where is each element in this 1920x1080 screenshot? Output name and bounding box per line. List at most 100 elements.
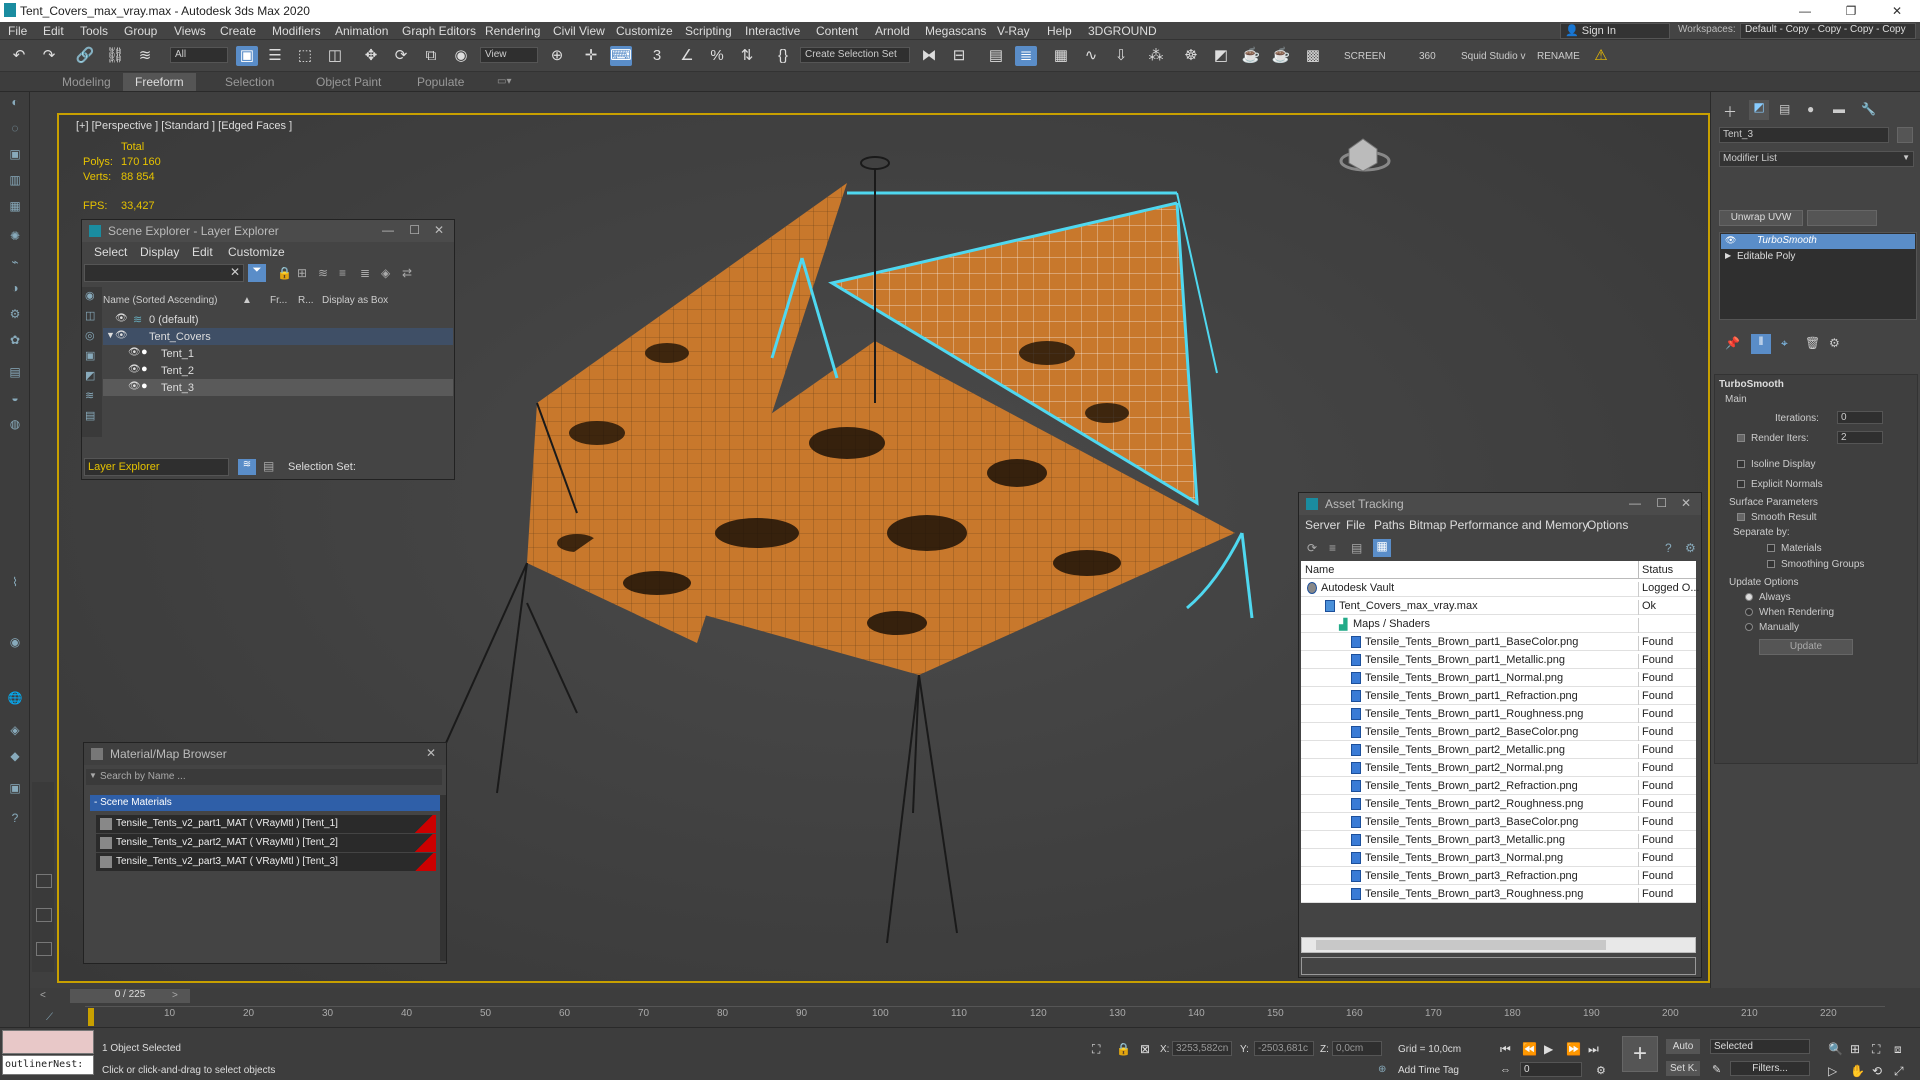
scene-explorer-header[interactable]: Scene Explorer - Layer Explorer — ☐ ✕	[82, 220, 454, 242]
scale-icon[interactable]: ⧉	[420, 46, 442, 66]
menu-interactive[interactable]: Interactive	[745, 24, 800, 38]
select-object-icon[interactable]: ▣	[236, 46, 258, 66]
expand-arrow-icon[interactable]: ▼	[106, 330, 115, 340]
asset-row[interactable]: Tensile_Tents_Brown_part3_Normal.png Foun…	[1301, 849, 1696, 867]
menu-3dground[interactable]: 3DGROUND	[1088, 24, 1157, 38]
iterations-spinner[interactable]: 0	[1837, 411, 1883, 424]
utilities-icon[interactable]: ◒	[5, 388, 25, 408]
close-icon[interactable]: ✕	[1681, 496, 1691, 510]
stack-item-turbosmooth[interactable]: 👁 TurboSmooth	[1721, 234, 1915, 249]
absolute-mode-icon[interactable]: ⊠	[1140, 1042, 1150, 1056]
render-activeshade-icon[interactable]: ☕	[1270, 46, 1292, 66]
toggle-ribbon-icon[interactable]: ▦	[1050, 46, 1072, 66]
rect-selection-icon[interactable]: ⬚	[294, 46, 316, 66]
layout-1-icon[interactable]	[36, 874, 52, 888]
smoothing-groups-checkbox[interactable]	[1767, 560, 1775, 568]
time-config-icon[interactable]: ⚙	[1596, 1064, 1606, 1077]
minimize-icon[interactable]: —	[1629, 496, 1641, 510]
tab-selection[interactable]: Selection	[213, 73, 286, 91]
menu-help[interactable]: Help	[1047, 24, 1072, 38]
menu-customize[interactable]: Customize	[616, 24, 673, 38]
container-icon[interactable]: ▣	[5, 778, 25, 798]
menu-scripting[interactable]: Scripting	[685, 24, 732, 38]
display-tab-icon[interactable]: ▬	[1833, 102, 1845, 116]
display-all-icon[interactable]: ▤	[85, 409, 95, 422]
visibility-eye-icon[interactable]: 👁	[1725, 235, 1736, 246]
render-iters-checkbox[interactable]	[1737, 434, 1745, 442]
layer-row-selected[interactable]: ▼ 👁 Tent_Covers	[103, 328, 453, 345]
settings-icon[interactable]: ⚙	[1685, 541, 1696, 555]
menu-edit[interactable]: Edit	[192, 245, 213, 259]
when-rendering-radio[interactable]	[1745, 608, 1753, 616]
explorer-type-dropdown[interactable]: Layer Explorer	[84, 458, 229, 476]
menu-display[interactable]: Display	[140, 245, 179, 259]
lights-icon[interactable]: ▣	[5, 144, 25, 164]
keyboard-shortcut-override-icon[interactable]: ⌨	[610, 46, 632, 66]
window-crossing-icon[interactable]: ◫	[324, 46, 346, 66]
maximize-icon[interactable]: ☐	[1656, 496, 1667, 510]
current-frame-marker[interactable]	[88, 1008, 94, 1026]
move-icon[interactable]: ✥	[360, 46, 382, 66]
materials-checkbox[interactable]	[1767, 544, 1775, 552]
key-filter-dropdown[interactable]: Selected	[1710, 1039, 1810, 1054]
mirror-icon[interactable]: ⧓	[918, 46, 940, 66]
time-tag-icon[interactable]: ⊕	[1378, 1064, 1386, 1075]
modifier-list-dropdown[interactable]: Modifier List ▼	[1719, 151, 1914, 167]
help-icon[interactable]: ?	[5, 808, 25, 828]
highlight-icon[interactable]: ◈	[381, 266, 390, 280]
curve-editor-icon[interactable]: ∿	[1080, 46, 1102, 66]
modifier-button-empty[interactable]	[1807, 210, 1877, 226]
set-key-button[interactable]: Set K.	[1666, 1061, 1700, 1076]
material-editor-icon[interactable]: ⁂	[1145, 46, 1167, 66]
display-icon[interactable]: ▤	[5, 362, 25, 382]
snaps-toggle-icon[interactable]: 3	[646, 46, 668, 66]
asset-row[interactable]: Tensile_Tents_Brown_part2_Metallic.png Fo…	[1301, 741, 1696, 759]
prev-frame-icon[interactable]: <	[40, 990, 46, 1001]
asset-row[interactable]: Tensile_Tents_Brown_part3_BaseColor.png F…	[1301, 813, 1696, 831]
isolate-selection-icon[interactable]: ⛶	[1092, 1042, 1100, 1057]
display-lights-icon[interactable]: ▣	[85, 349, 95, 362]
object-row-selected[interactable]: 👁 ● Tent_3	[103, 379, 453, 396]
col-name[interactable]: Name (Sorted Ascending)	[103, 295, 218, 306]
close-icon[interactable]: ✕	[434, 223, 444, 237]
display-cameras-icon[interactable]: ◩	[85, 369, 95, 382]
workspaces-dropdown[interactable]: Default - Copy - Copy - Copy - Copy	[1740, 23, 1916, 39]
pivot-center-icon[interactable]: ⊕	[546, 46, 568, 66]
asset-row[interactable]: Tensile_Tents_Brown_part2_BaseColor.png F…	[1301, 723, 1696, 741]
menu-file[interactable]: File	[1346, 518, 1365, 532]
goto-end-icon[interactable]: ⏭	[1588, 1042, 1599, 1057]
redo-icon[interactable]: ↷	[38, 46, 60, 66]
next-key-icon[interactable]: ⏩	[1566, 1042, 1581, 1056]
select-by-name-icon[interactable]: ☰	[264, 46, 286, 66]
smooth-result-checkbox[interactable]	[1737, 513, 1745, 521]
tree-view-icon[interactable]: ▦	[1373, 539, 1391, 557]
maximize-button[interactable]: ❐	[1828, 0, 1874, 22]
menu-civil-view[interactable]: Civil View	[553, 24, 605, 38]
menu-rendering[interactable]: Rendering	[485, 24, 540, 38]
warning-icon[interactable]: ⚠	[1590, 46, 1612, 66]
visibility-eye-icon[interactable]: 👁	[115, 313, 128, 324]
scene-materials-group[interactable]: - Scene Materials	[90, 795, 440, 811]
asset-row[interactable]: Tensile_Tents_Brown_part3_Roughness.png F…	[1301, 885, 1696, 903]
motion-icon[interactable]: ✿	[5, 330, 25, 350]
expand-arrow-icon[interactable]: ▶	[1725, 251, 1731, 260]
stack-icon[interactable]: ≣	[360, 266, 370, 280]
globe-icon[interactable]: ◉	[5, 632, 25, 652]
minimize-icon[interactable]: —	[382, 223, 394, 237]
minimize-button[interactable]: —	[1782, 0, 1828, 22]
modify-icon[interactable]: ◑	[5, 278, 25, 298]
layers-stack-icon[interactable]: ≋	[318, 266, 328, 280]
asset-row[interactable]: ▟ Maps / Shaders	[1301, 615, 1696, 633]
asset-row[interactable]: Tensile_Tents_Brown_part2_Roughness.png F…	[1301, 795, 1696, 813]
prev-key-icon[interactable]: ⏪	[1522, 1042, 1537, 1056]
goto-start-icon[interactable]: ⏮	[1500, 1042, 1511, 1057]
render-grid-icon[interactable]: ▩	[1302, 46, 1324, 66]
modify-tab-icon[interactable]: ◩	[1749, 100, 1769, 120]
menu-arnold[interactable]: Arnold	[875, 24, 910, 38]
menu-tools[interactable]: Tools	[80, 24, 108, 38]
layout-3-icon[interactable]	[36, 942, 52, 956]
menu-animation[interactable]: Animation	[335, 24, 388, 38]
set-key-icon[interactable]: +	[1622, 1036, 1658, 1072]
col-display-as-box[interactable]: Display as Box	[322, 295, 388, 306]
tab-object-paint[interactable]: Object Paint	[304, 73, 393, 91]
